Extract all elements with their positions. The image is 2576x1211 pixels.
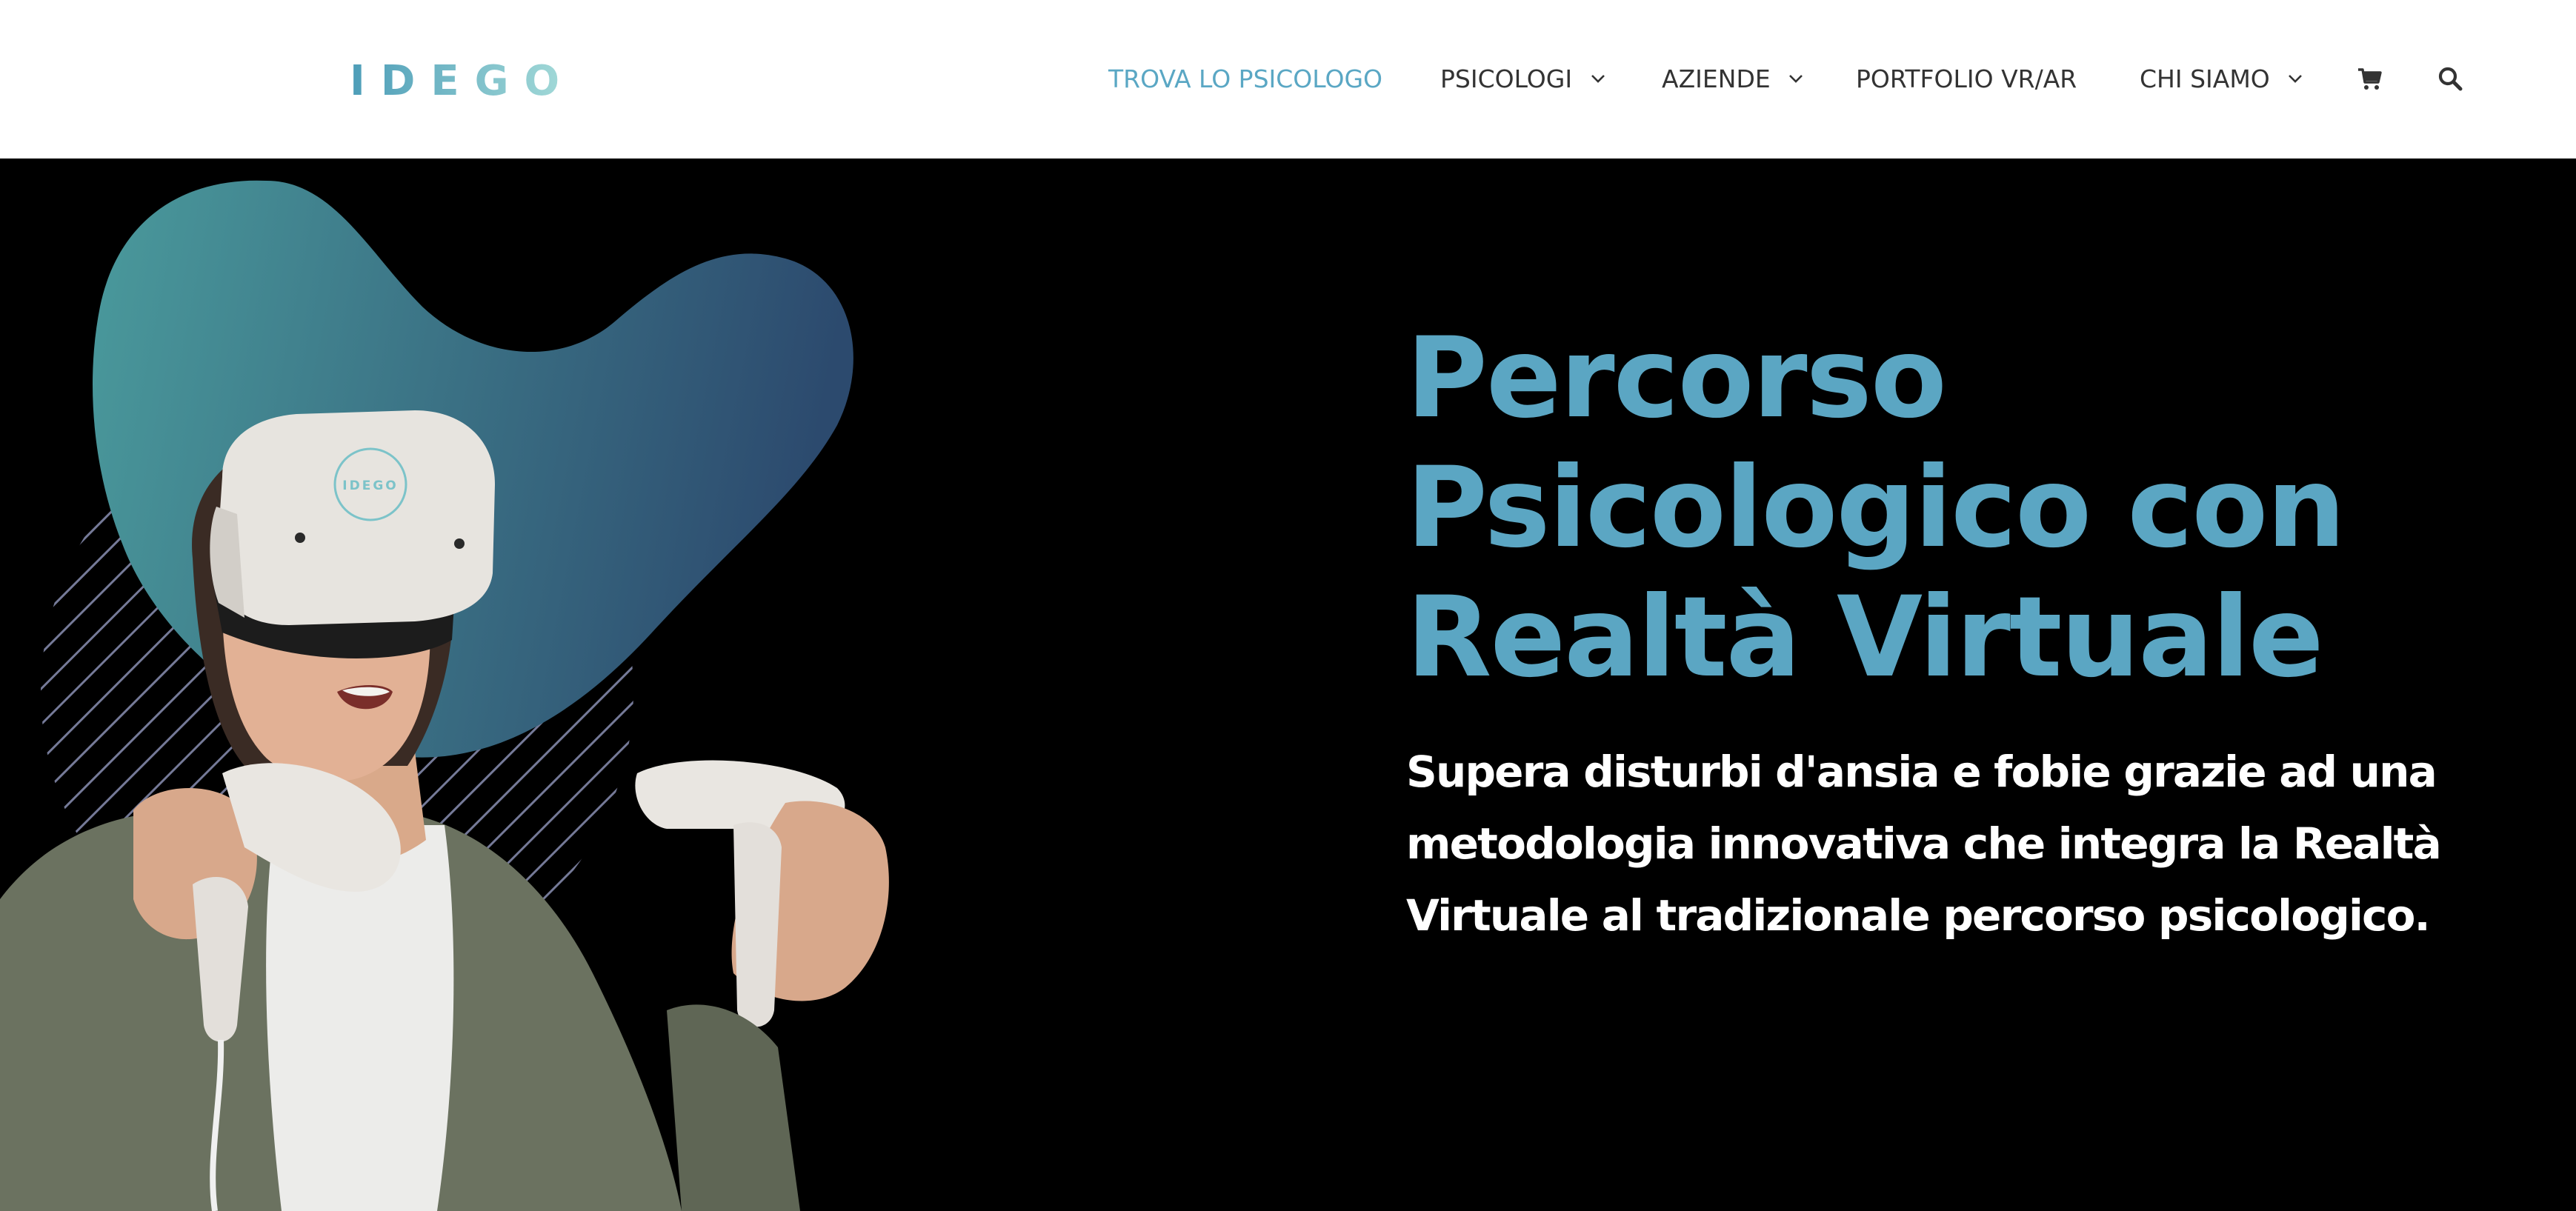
nav-item-label: CHI SIAMO (2140, 64, 2270, 93)
nav-item-aziende[interactable]: AZIENDE (1662, 62, 1803, 96)
nav-item-psicologi[interactable]: PSICOLOGI (1440, 62, 1605, 96)
nav-item-label: PORTFOLIO VR/AR (1856, 64, 2077, 93)
right-controller (635, 760, 889, 1211)
cart-icon[interactable] (2357, 66, 2383, 91)
nav-item-label: PSICOLOGI (1440, 64, 1573, 93)
nav-item-trova-lo-psicologo[interactable]: TROVA LO PSICOLOGO (1108, 62, 1382, 96)
site-header: IDEGO TROVA LO PSICOLOGO PSICOLOGI AZIEN… (0, 0, 2576, 159)
search-icon[interactable] (2437, 66, 2463, 91)
hero-subtitle: Supera disturbi d'ansia e fobie grazie a… (1406, 747, 2442, 941)
nav-item-label: TROVA LO PSICOLOGO (1108, 64, 1383, 93)
nav-item-label: AZIENDE (1662, 64, 1771, 93)
nav-item-chi-siamo[interactable]: CHI SIAMO (2140, 62, 2303, 96)
hero-vr-illustration: IDEGO (0, 180, 889, 1211)
headline-line-1: Percorso (1406, 314, 1947, 443)
hero-section: IDEGO Percorso Psicologico con Realtà Vi… (0, 159, 2576, 1211)
chevron-down-icon (1591, 74, 1605, 83)
main-nav: TROVA LO PSICOLOGO PSICOLOGI AZIENDE POR… (0, 62, 2576, 96)
chevron-down-icon (1789, 74, 1803, 83)
headline-line-3: Realtà Virtuale (1406, 573, 2324, 702)
headline-line-2: Psicologico con (1406, 444, 2346, 573)
hero-headline: Percorso Psicologico con Realtà Virtuale (1406, 314, 2517, 703)
headset-brand-text: IDEGO (342, 478, 398, 493)
vr-headset: IDEGO (210, 410, 495, 658)
chevron-down-icon (2289, 74, 2303, 83)
nav-item-portfolio-vr-ar[interactable]: PORTFOLIO VR/AR (1856, 62, 2077, 96)
